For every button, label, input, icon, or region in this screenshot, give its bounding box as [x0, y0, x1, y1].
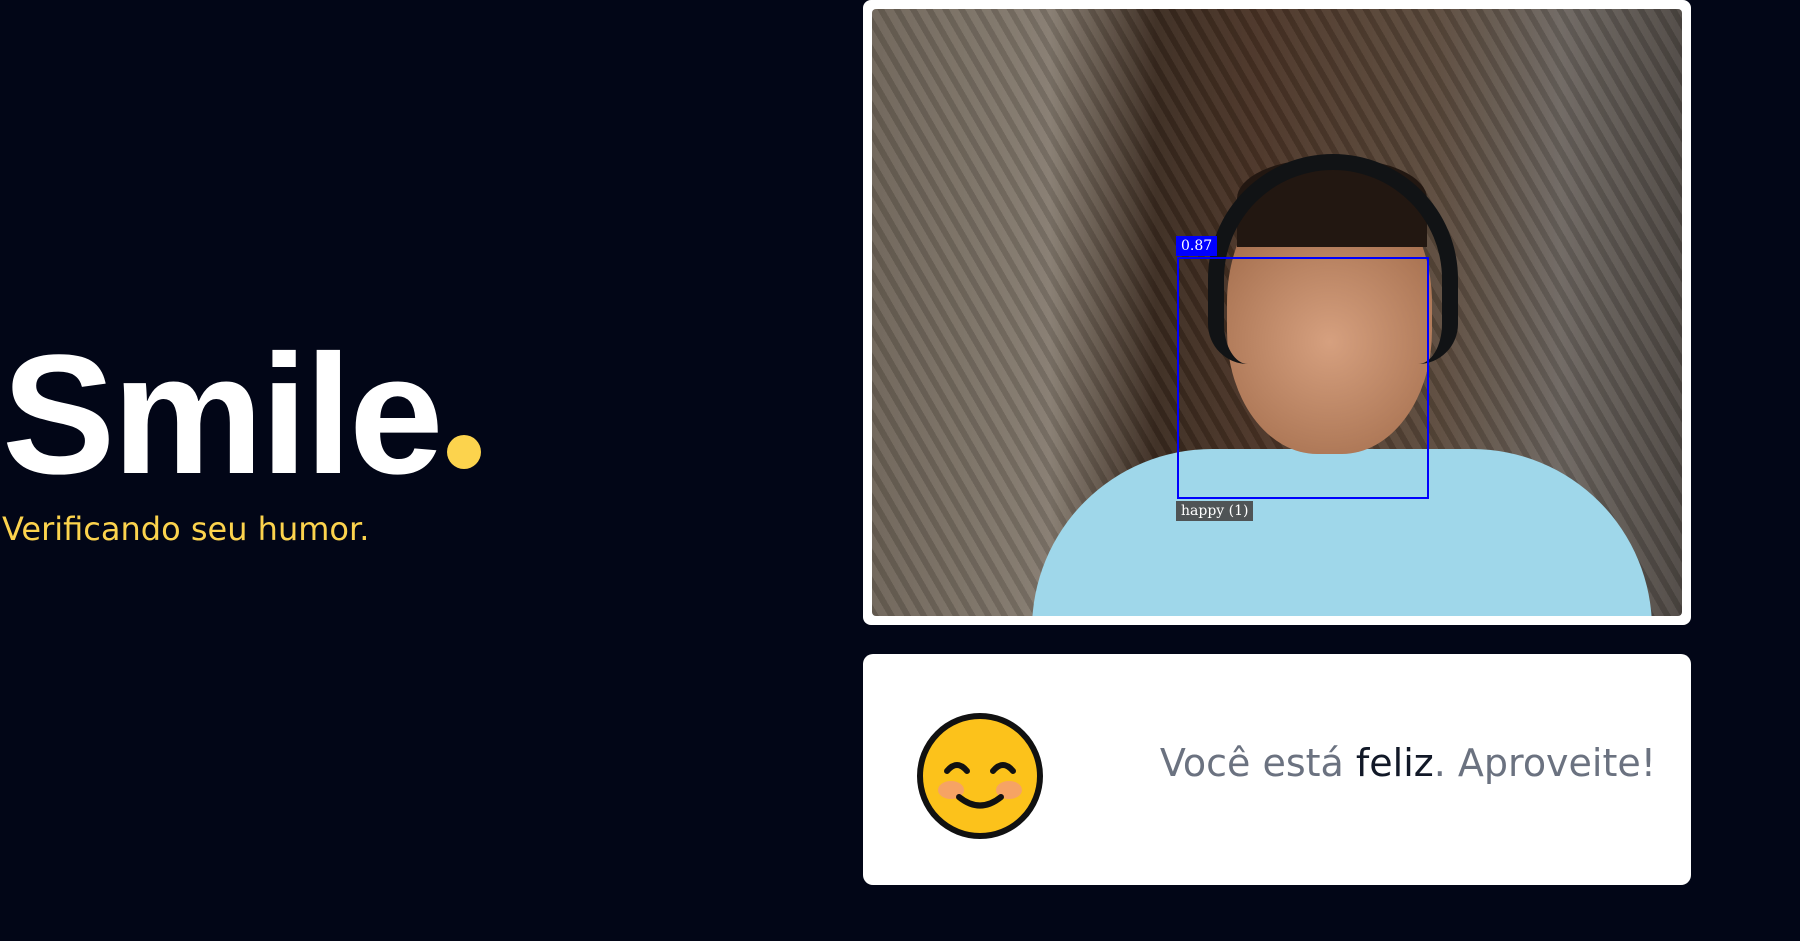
mood-message-prefix: Você está	[1159, 741, 1356, 785]
mood-message-suffix: . Aproveite!	[1433, 741, 1656, 785]
smiling-face-icon	[917, 713, 1043, 839]
webcam-feed: 0.87 happy (1)	[872, 9, 1682, 616]
app-subtitle: Verificando seu humor.	[2, 510, 370, 548]
hero: Smile Verificando seu humor.	[2, 330, 481, 548]
mood-message: Você está feliz. Aproveite!	[1160, 744, 1656, 782]
camera-panel: 0.87 happy (1)	[863, 0, 1691, 625]
title-dot-icon	[446, 435, 481, 469]
detection-score: 0.87	[1176, 236, 1218, 256]
emotion-label: happy (1)	[1176, 501, 1254, 521]
result-card: Você está feliz. Aproveite!	[863, 654, 1691, 885]
app-title-text: Smile	[2, 320, 444, 510]
face-detection-box	[1177, 257, 1429, 499]
mood-word: feliz	[1355, 741, 1434, 785]
app-title: Smile	[2, 330, 481, 500]
